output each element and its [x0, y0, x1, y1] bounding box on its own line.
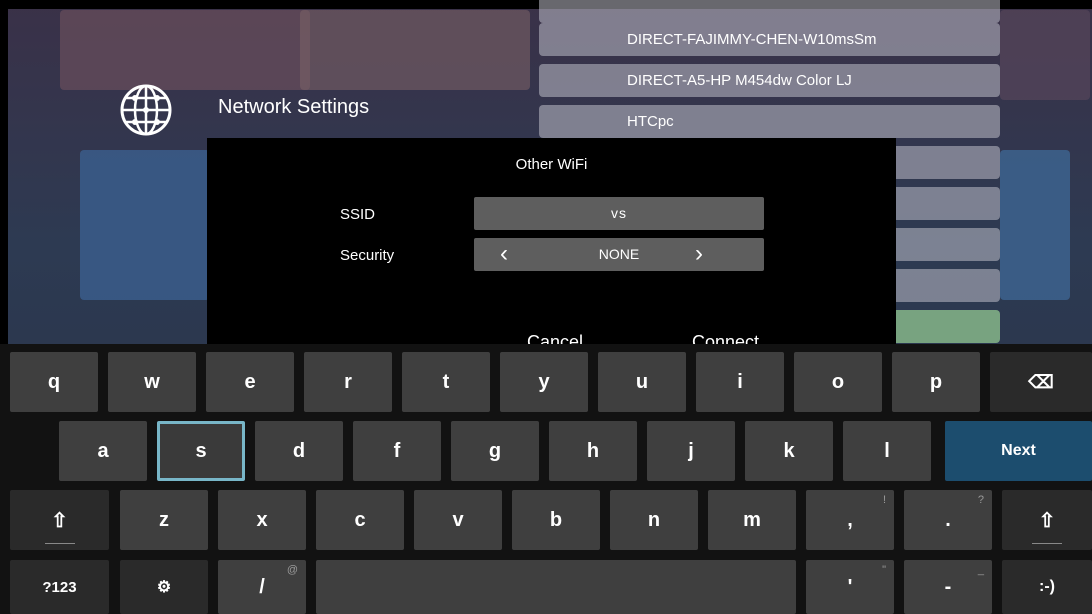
key-n[interactable]: n [610, 490, 698, 550]
key-f[interactable]: f [353, 421, 441, 481]
key-period[interactable]: .? [904, 490, 992, 550]
shift-indicator [44, 543, 75, 544]
key-e[interactable]: e [206, 352, 294, 412]
key-g[interactable]: g [451, 421, 539, 481]
period-glyph: . [945, 508, 951, 531]
key-d[interactable]: d [255, 421, 343, 481]
security-selector[interactable]: ‹ NONE › [474, 238, 764, 271]
symbols-key[interactable]: ?123 [10, 560, 109, 614]
wifi-network-item[interactable]: DIRECT-A5-HP M454dw Color LJ [539, 64, 1000, 97]
background-tile [1000, 10, 1090, 100]
period-hint: ? [977, 494, 984, 506]
key-r[interactable]: r [304, 352, 392, 412]
background-tile [80, 150, 210, 300]
shift-glyph: ⇧ [1038, 509, 1056, 532]
wifi-network-item[interactable]: DIRECT-FAJIMMY-CHEN-W10msSm [539, 23, 1000, 56]
backspace-icon[interactable]: ⌫ [990, 352, 1092, 412]
key-s[interactable]: s [157, 421, 245, 481]
shift-right-icon[interactable]: ⇧ [1002, 490, 1092, 550]
key-o[interactable]: o [794, 352, 882, 412]
ssid-input[interactable]: vs [474, 197, 764, 230]
dialog-title: Other WiFi [515, 156, 588, 173]
shift-indicator [1032, 543, 1062, 544]
chevron-left-icon[interactable]: ‹ [484, 238, 524, 271]
page-title: Network Settings [218, 96, 370, 118]
other-wifi-dialog: Other WiFi SSID vs Security ‹ NONE › Can… [207, 138, 896, 353]
on-screen-keyboard: q w e r t y u i o p ⌫ a s d f g h j k l … [0, 344, 1092, 614]
key-l[interactable]: l [843, 421, 931, 481]
next-button[interactable]: Next [945, 421, 1092, 481]
key-q[interactable]: q [10, 352, 98, 412]
key-x[interactable]: x [218, 490, 306, 550]
dash-glyph: - [944, 575, 952, 598]
background-tile [60, 10, 310, 90]
background-tile [1000, 150, 1070, 300]
key-c[interactable]: c [316, 490, 404, 550]
comma-hint: ! [882, 494, 886, 506]
dash-hint: _ [977, 564, 984, 576]
key-a[interactable]: a [59, 421, 147, 481]
key-j[interactable]: j [647, 421, 735, 481]
key-apostrophe[interactable]: ' " [806, 560, 894, 614]
key-i[interactable]: i [696, 352, 784, 412]
spacebar[interactable] [316, 560, 796, 614]
key-k[interactable]: k [745, 421, 833, 481]
key-dash[interactable]: - _ [904, 560, 992, 614]
shift-left-icon[interactable]: ⇧ [10, 490, 109, 550]
smiley-key[interactable]: :-) [1002, 560, 1092, 614]
comma-glyph: , [847, 508, 853, 531]
wifi-network-item[interactable] [539, 0, 1000, 23]
slash-hint: @ [286, 564, 298, 576]
wifi-network-item[interactable]: HTCpc [539, 105, 1000, 138]
tv-screen: Network Settings DIRECT-FAJIMMY-CHEN-W10… [0, 0, 1092, 614]
key-m[interactable]: m [708, 490, 796, 550]
background-tile [300, 10, 530, 90]
apostrophe-hint: " [882, 564, 886, 576]
key-h[interactable]: h [549, 421, 637, 481]
key-w[interactable]: w [108, 352, 196, 412]
slash-glyph: / [259, 575, 265, 598]
key-z[interactable]: z [120, 490, 208, 550]
shift-glyph: ⇧ [51, 509, 68, 532]
ssid-label: SSID [340, 206, 376, 223]
security-label: Security [340, 247, 395, 264]
chevron-right-icon[interactable]: › [679, 238, 719, 271]
key-b[interactable]: b [512, 490, 600, 550]
keyboard-settings-icon[interactable]: ⚙ [120, 560, 208, 614]
key-p[interactable]: p [892, 352, 980, 412]
key-t[interactable]: t [402, 352, 490, 412]
key-v[interactable]: v [414, 490, 502, 550]
apostrophe-glyph: ' [847, 575, 853, 598]
key-comma[interactable]: ,! [806, 490, 894, 550]
globe-icon [120, 84, 172, 136]
key-slash[interactable]: / @ [218, 560, 306, 614]
key-y[interactable]: y [500, 352, 588, 412]
key-u[interactable]: u [598, 352, 686, 412]
security-value: NONE [598, 246, 640, 262]
